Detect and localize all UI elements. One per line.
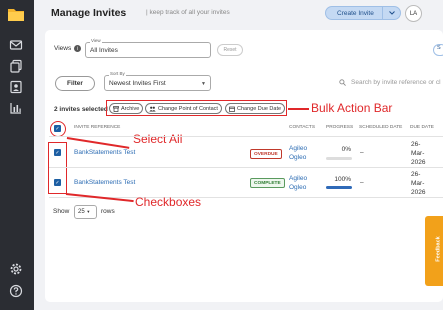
rows-per-page-select[interactable]: 25 ▼	[74, 205, 97, 219]
due-date-line: 2026	[411, 189, 426, 196]
show-label: Show	[53, 208, 70, 215]
invite-reference-link[interactable]: BankStatements Test	[74, 179, 135, 186]
select-all-checkbox[interactable]: ✓	[54, 125, 61, 132]
progress-fill	[326, 186, 352, 189]
calendar-icon	[229, 106, 235, 112]
bulk-action-bar-annotation-line	[288, 108, 309, 110]
due-date-line: Mar-	[411, 180, 425, 187]
create-invite-button[interactable]: Create Invite	[325, 6, 401, 20]
status-badge: COMPLETE	[250, 178, 285, 188]
change-due-date-button[interactable]: Change Due Date	[225, 103, 286, 114]
main-card	[45, 30, 443, 302]
change-due-label: Change Due Date	[237, 105, 282, 112]
envelope-icon[interactable]	[9, 38, 23, 52]
people-icon	[149, 106, 156, 111]
progress-percent: 100%	[334, 176, 351, 183]
checkboxes-annotation: Checkboxes	[135, 195, 202, 209]
views-label: Views i	[54, 45, 82, 52]
page-title: Manage Invites	[51, 7, 127, 19]
sort-caption: Sort By	[109, 71, 126, 76]
dropdown-arrow-icon: ▼	[86, 209, 91, 214]
progress-bar	[326, 186, 352, 189]
sort-select[interactable]: Sort By Newest Invites First ▼	[104, 71, 211, 91]
reset-button[interactable]: Reset	[217, 44, 243, 56]
create-invite-dropdown[interactable]	[382, 7, 400, 19]
due-date: 26- Mar- 2026	[411, 140, 425, 167]
header-progress[interactable]: PROGRESS	[326, 125, 353, 130]
due-date-line: 2026	[411, 159, 426, 166]
sort-value: Newest Invites First	[109, 80, 166, 87]
contact-line: Ogleo	[289, 154, 307, 161]
row-divider	[49, 167, 443, 168]
chevron-down-icon	[388, 11, 395, 15]
header-invite-reference[interactable]: INVITE REFERENCE	[74, 125, 120, 130]
rows-per-page-value: 25	[78, 209, 85, 215]
dropdown-arrow-icon: ▼	[201, 81, 206, 87]
row-checkbox[interactable]: ✓	[54, 149, 61, 156]
contact-line: Ogleo	[289, 184, 307, 191]
views-value: All Invites	[90, 47, 118, 54]
bulk-action-bar-annotation: Bulk Action Bar	[311, 101, 393, 115]
contact-card-icon[interactable]	[9, 80, 23, 94]
settings-gear-icon[interactable]	[9, 262, 23, 276]
archive-button[interactable]: Archive	[109, 103, 144, 114]
create-invite-label: Create Invite	[337, 9, 374, 17]
views-label-text: Views	[54, 45, 72, 52]
due-date-line: Mar-	[411, 150, 425, 157]
selected-count: 2 invites selected	[54, 106, 108, 113]
page-subtitle: | keep track of all your invites	[146, 9, 230, 16]
filter-button[interactable]: Filter	[55, 76, 95, 91]
row-checkbox[interactable]: ✓	[54, 179, 61, 186]
folder-logo-icon[interactable]	[7, 6, 25, 22]
views-caption: View	[90, 38, 102, 43]
change-contact-label: Change Point of Contact	[158, 105, 218, 112]
header-divider	[49, 136, 443, 137]
header-contacts[interactable]: CONTACTS	[289, 125, 315, 130]
save-view-button[interactable]: S	[433, 44, 443, 56]
search-placeholder: Search by invite reference or cl	[351, 79, 441, 86]
help-icon[interactable]	[9, 284, 23, 298]
scheduled-date: –	[360, 179, 364, 186]
copy-documents-icon[interactable]	[9, 59, 23, 73]
sidebar	[0, 0, 34, 310]
invite-reference-link[interactable]: BankStatements Test	[74, 149, 135, 156]
info-icon[interactable]: i	[74, 45, 82, 52]
archive-box-icon	[113, 105, 119, 112]
header-due-date[interactable]: DUE DATE	[410, 125, 434, 130]
archive-label: Archive	[121, 105, 140, 112]
contact-link[interactable]: Agileo Ogleo	[289, 144, 307, 162]
rows-label: rows	[101, 208, 115, 215]
search-icon	[339, 79, 346, 86]
contact-line: Agileo	[289, 145, 308, 152]
contact-link[interactable]: Agileo Ogleo	[289, 174, 307, 192]
change-contact-button[interactable]: Change Point of Contact	[145, 103, 222, 114]
header-scheduled-date[interactable]: SCHEDULED DATE	[359, 125, 402, 130]
select-all-annotation: Select All	[133, 132, 183, 146]
due-date-line: 26-	[411, 171, 421, 178]
feedback-label: Feedback	[435, 236, 442, 262]
user-avatar[interactable]: LA	[405, 5, 422, 22]
search-input[interactable]: Search by invite reference or cl	[339, 79, 441, 86]
due-date: 26- Mar- 2026	[411, 170, 425, 197]
feedback-tab[interactable]: Feedback	[425, 216, 443, 286]
views-select[interactable]: View All Invites	[85, 38, 211, 58]
due-date-line: 26-	[411, 141, 421, 148]
contact-line: Agileo	[289, 175, 308, 182]
report-chart-icon[interactable]	[9, 101, 23, 115]
progress-bar	[326, 157, 352, 160]
scheduled-date: –	[360, 149, 364, 156]
progress-percent: 0%	[341, 146, 351, 153]
status-badge: OVERDUE	[250, 149, 282, 159]
